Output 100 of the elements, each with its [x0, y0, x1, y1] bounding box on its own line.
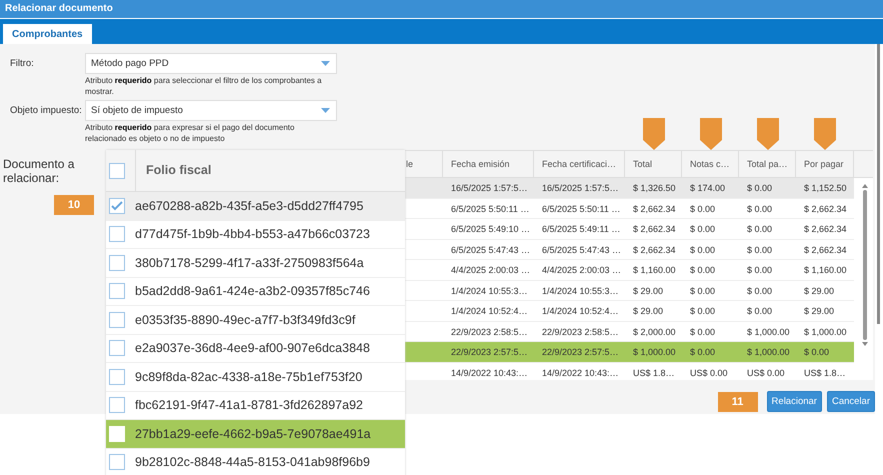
table-row[interactable]: 1/4/2024 10:55:3… 1/4/2024 10:55:3… $ 29.00 $ 0.00 $ 0.00 $ 29.00 [405, 280, 854, 301]
table-cell-text: $ 0.00 [746, 182, 774, 195]
table-cell-text: $ 29.00 [803, 305, 836, 318]
table-cell-text: 14/9/2022 10:43:… [450, 366, 529, 380]
table-row[interactable]: d77d475f-1b9b-4bb4-b553-a47b66c03723 [106, 220, 405, 249]
scroll-up-icon[interactable] [862, 184, 868, 188]
table-row[interactable]: 380b7178-5299-4f17-a33f-2750983f564a [106, 249, 405, 278]
column-header[interactable]: Total pa… [739, 151, 796, 177]
table-cell-text: $ 2,662.34 [632, 244, 677, 256]
table-cell-text: 22/9/2023 2:58:5… [450, 326, 529, 338]
table-row[interactable]: 6/5/2025 5:47:43 … 6/5/2025 5:47:43 … $ 2,662.34 $ 0.00 $ 0.00 $ 2,662.34 [405, 240, 854, 260]
table-row[interactable]: 6/5/2025 5:49:10 … 6/5/2025 5:49:11 … $ 2,662.34 $ 0.00 $ 0.00 $ 2,662.34 [405, 219, 854, 240]
table-cell-text: 14/9/2022 10:43:… [541, 366, 620, 380]
table-cell-text: 4/4/2025 2:00:03 … [541, 264, 622, 277]
table-cell-text: 4/4/2025 2:00:03 … [450, 264, 532, 277]
table-row[interactable]: e0353f35-8890-49ec-a7f7-b3f349fd3c9f [106, 306, 405, 334]
table-row[interactable]: 1/4/2024 10:52:4… 1/4/2024 10:52:4… $ 29.00 $ 0.00 $ 0.00 $ 29.00 [405, 301, 854, 322]
table-cell-text: US$ 0.00 [746, 366, 786, 380]
table-cell-text: $ 0.00 [689, 244, 716, 256]
table-cell-text: US$ 0.00 [689, 366, 729, 380]
table-row[interactable]: e2a9037e-36d8-4ee9-af00-907e6dca3848 [106, 334, 405, 363]
table-cell-text: $ 29.00 [803, 284, 836, 298]
checkbox[interactable] [109, 283, 125, 300]
table-cell-text: 22/9/2023 2:57:5… [541, 346, 620, 359]
table-row[interactable]: 4/4/2025 2:00:03 … 4/4/2025 2:00:03 … $ 1,160.00 $ 0.00 $ 0.00 $ 1,160.00 [405, 260, 854, 280]
table-cell: fbc62191-9f47-41a1-8781-3fd262897a92 [135, 398, 363, 412]
table-cell-text: $ 0.00 [689, 223, 716, 236]
table-cell-text: $ 1,160.00 [803, 264, 848, 277]
table-cell: e2a9037e-36d8-4ee9-af00-907e6dca3848 [135, 341, 370, 356]
table-cell-text: $ 2,662.34 [632, 202, 677, 216]
table-cell-text: 6/5/2025 5:47:43 … [450, 244, 532, 256]
table-cell-text: 1/4/2024 10:55:3… [541, 284, 620, 298]
table-cell-text: $ 0.00 [689, 305, 716, 318]
column-header[interactable]: Total [625, 151, 682, 177]
table-row[interactable]: ae670288-a82b-435f-a5e3-d5dd27ff4795 [106, 192, 405, 220]
column-header[interactable]: Fecha certificaci… [534, 151, 625, 177]
field-label: Filtro: [10, 57, 35, 71]
table-row[interactable]: 22/9/2023 2:57:5… 22/9/2023 2:57:5… $ 1,000.00 $ 0.00 $ 1,000.00 $ 0.00 [405, 342, 854, 362]
checkbox[interactable] [109, 254, 125, 271]
checkbox[interactable] [109, 340, 125, 356]
dropdown-field[interactable]: Método pago PPD [85, 53, 337, 74]
table-row[interactable]: 27bb1a29-eefe-4662-b9a5-7e9078ae491a [106, 420, 405, 448]
table-cell-text: $ 0.00 [746, 264, 774, 277]
table-cell-text: 22/9/2023 2:58:5… [541, 326, 620, 338]
table-cell-text: $ 0.00 [689, 284, 716, 298]
table-cell: 27bb1a29-eefe-4662-b9a5-7e9078ae491a [135, 426, 371, 441]
table-row[interactable]: b5ad2dd8-9a61-424e-a3b2-09357f85c746 [106, 278, 405, 306]
table-cell-text: $ 0.00 [746, 244, 774, 256]
table-cell-text: 1/4/2024 10:52:4… [450, 305, 529, 318]
checkbox[interactable] [109, 397, 125, 414]
table-row[interactable]: 9c89f8da-82ac-4338-a18e-75b1ef753f20 [106, 363, 405, 392]
dropdown-field[interactable]: Sí objeto de impuesto [85, 100, 337, 121]
table-cell-text: $ 29.00 [632, 305, 664, 318]
table-row[interactable]: 9b28102c-8848-44a5-8153-041ab98f96b9 [106, 448, 405, 475]
table-cell-text: 6/5/2025 5:49:10 … [450, 223, 532, 236]
table-cell-text: $ 0.00 [689, 346, 716, 359]
table-cell: 9c89f8da-82ac-4338-a18e-75b1ef753f20 [135, 370, 362, 384]
tab[interactable]: Comprobantes [3, 24, 92, 44]
column-header[interactable]: Notas c… [682, 151, 739, 177]
step-callout: 11 [718, 392, 758, 412]
table-cell-text: 22/9/2023 2:57:5… [450, 346, 529, 359]
table-cell-text: $ 174.00 [689, 182, 726, 195]
table-cell-text: $ 1,000.00 [803, 326, 848, 338]
table-cell-text: $ 29.00 [632, 284, 664, 298]
table-cell-text: $ 1,000.00 [632, 346, 677, 359]
checkbox[interactable] [109, 226, 125, 242]
table-cell-text: $ 0.00 [689, 326, 716, 338]
table-cell-text: $ 0.00 [746, 284, 774, 298]
table-row[interactable]: 16/5/2025 1:57:5… 16/5/2025 1:57:5… $ 1,326.50 $ 174.00 $ 0.00 $ 1,152.50 [405, 178, 854, 198]
table-cell-text: $ 0.00 [746, 202, 774, 216]
table-cell-text: $ 2,662.34 [632, 223, 677, 236]
checkbox[interactable] [109, 162, 125, 178]
checkbox[interactable] [109, 312, 125, 328]
table-cell-text: $ 2,662.34 [803, 223, 848, 236]
table-cell: 380b7178-5299-4f17-a33f-2750983f564a [135, 256, 364, 270]
table-row[interactable]: 6/5/2025 5:50:11 … 6/5/2025 5:50:11 … $ 2,662.34 $ 0.00 $ 0.00 $ 2,662.34 [405, 198, 854, 219]
table-cell-text: $ 1,160.00 [632, 264, 677, 277]
table-cell-text: $ 0.00 [689, 264, 716, 277]
table-cell-text: $ 2,662.34 [803, 202, 848, 216]
field-hint: Atributo requerido para seleccionar el filtro de los comprobantes a mostrar. [85, 75, 323, 97]
table-cell: b5ad2dd8-9a61-424e-a3b2-09357f85c746 [135, 284, 370, 298]
column-header[interactable]: Fecha emisión [443, 151, 534, 177]
table-cell-text: US$ 1.8… [632, 366, 676, 380]
column-header[interactable]: Por pagar [796, 151, 854, 177]
table-cell-text: $ 2,000.00 [632, 326, 677, 338]
checkbox[interactable] [109, 368, 125, 385]
scroll-down-icon[interactable] [862, 342, 868, 346]
table-cell-text: 16/5/2025 1:57:5… [541, 182, 620, 195]
table-cell-text: $ 0.00 [746, 223, 774, 236]
table-cell-text: 6/5/2025 5:47:43 … [541, 244, 622, 256]
table-cell: ae670288-a82b-435f-a5e3-d5dd27ff4795 [135, 198, 364, 213]
checkbox[interactable] [109, 198, 125, 214]
table-cell: e0353f35-8890-49ec-a7f7-b3f349fd3c9f [135, 312, 356, 327]
table-cell-text: 1/4/2024 10:52:4… [541, 305, 620, 318]
field-label: Documento a relacionar: [3, 157, 76, 185]
table-cell-text: $ 0.00 [746, 305, 774, 318]
table-cell-text: $ 0.00 [803, 346, 830, 359]
table-cell-text: 6/5/2025 5:50:11 … [541, 202, 622, 216]
checkbox[interactable] [109, 454, 125, 470]
table-cell-text: $ 0.00 [689, 202, 716, 216]
